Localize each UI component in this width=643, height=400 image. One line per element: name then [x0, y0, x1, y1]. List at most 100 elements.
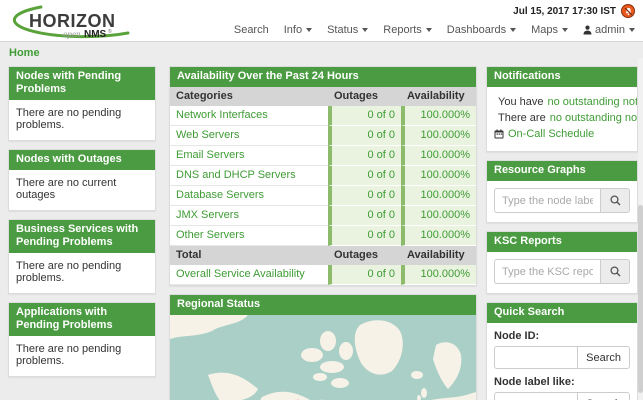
breadcrumb: Home — [0, 42, 643, 63]
outages-value: 0 of 0 — [328, 126, 401, 146]
notifications-panel: Notifications You have no outstanding no… — [486, 66, 638, 152]
notification-prefix: There are — [498, 110, 546, 126]
node-label-search-button[interactable]: Search — [577, 392, 630, 400]
nav-status[interactable]: Status — [327, 24, 368, 36]
total-outages-header: Outages — [328, 246, 401, 265]
availability-value: 100.000% — [401, 106, 476, 126]
oncall-schedule-line: On-Call Schedule — [494, 126, 630, 142]
breadcrumb-home-link[interactable]: Home — [9, 47, 40, 59]
ksc-reports-panel: KSC Reports — [486, 231, 638, 294]
table-row-category: JMX Servers — [170, 206, 328, 226]
category-link[interactable]: Other Servers — [176, 229, 244, 241]
nav-user-menu[interactable]: admin — [583, 24, 635, 36]
total-availability-header: Availability — [401, 246, 476, 265]
availability-table: Categories Outages Availability Network … — [170, 87, 476, 285]
node-id-input[interactable] — [494, 346, 577, 369]
calendar-icon — [494, 129, 504, 139]
availability-value: 100.000% — [401, 206, 476, 226]
notices-off-bell-icon[interactable] — [621, 4, 635, 18]
node-label-like-input[interactable] — [494, 392, 577, 400]
panel-title: Applications with Pending Problems — [9, 303, 155, 336]
quick-search-title: Quick Search — [487, 303, 637, 323]
table-row-category: Overall Service Availability — [170, 265, 328, 285]
outages-value: 0 of 0 — [328, 206, 401, 226]
ksc-search-button[interactable] — [600, 259, 630, 284]
category-link[interactable]: Database Servers — [176, 189, 264, 201]
magnifier-icon — [610, 266, 621, 277]
panel-business-services-pending: Business Services with Pending Problems … — [8, 219, 156, 294]
resource-graphs-search-button[interactable] — [600, 188, 630, 213]
col-header-outages: Outages — [328, 87, 401, 106]
outages-value: 0 of 0 — [328, 186, 401, 206]
right-column: Notifications You have no outstanding no… — [486, 66, 638, 400]
ksc-reports-title: KSC Reports — [487, 232, 637, 252]
nav-info[interactable]: Info — [284, 24, 312, 36]
table-row-category: Network Interfaces — [170, 106, 328, 126]
node-label-input[interactable] — [494, 188, 600, 213]
vertical-scrollbar[interactable] — [638, 58, 643, 400]
horizon-opennms-logo[interactable]: HORIZON open NMS ® — [8, 3, 136, 43]
svg-text:®: ® — [108, 28, 112, 35]
panel-nodes-pending-problems: Nodes with Pending Problems There are no… — [8, 66, 156, 141]
nav-search[interactable]: Search — [234, 24, 269, 36]
ksc-report-input[interactable] — [494, 259, 600, 284]
panel-body-text: There are no pending problems. — [9, 253, 155, 293]
nav-maps[interactable]: Maps — [531, 24, 568, 36]
table-row-category: DNS and DHCP Servers — [170, 166, 328, 186]
col-header-categories: Categories — [170, 87, 328, 106]
availability-value: 100.000% — [401, 126, 476, 146]
outages-value: 0 of 0 — [328, 265, 401, 285]
regional-status-panel: Regional Status — [169, 294, 477, 400]
panel-applications-pending: Applications with Pending Problems There… — [8, 302, 156, 377]
user-notices-link[interactable]: no outstanding notices — [547, 94, 638, 110]
top-header: HORIZON open NMS ® Jul 15, 2017 17:30 IS… — [0, 0, 643, 42]
notification-prefix: You have — [498, 94, 543, 110]
panel-title: Nodes with Pending Problems — [9, 67, 155, 100]
quick-search-panel: Quick Search Node ID: Search Node label … — [486, 302, 638, 400]
category-link[interactable]: Web Servers — [176, 129, 239, 141]
category-link[interactable]: DNS and DHCP Servers — [176, 169, 296, 181]
notification-user-line: You have no outstanding notices — [494, 94, 630, 110]
chevron-down-icon — [306, 28, 312, 32]
resource-graphs-title: Resource Graphs — [487, 161, 637, 181]
category-link[interactable]: JMX Servers — [176, 209, 239, 221]
category-link[interactable]: Network Interfaces — [176, 109, 268, 121]
outages-value: 0 of 0 — [328, 146, 401, 166]
notification-all-line: There are no outstanding notices — [494, 110, 630, 126]
chevron-down-icon — [562, 28, 568, 32]
svg-text:HORIZON: HORIZON — [29, 11, 116, 31]
nav-reports[interactable]: Reports — [383, 24, 432, 36]
availability-panel: Availability Over the Past 24 Hours Cate… — [169, 66, 477, 286]
panel-body-text: There are no current outages — [9, 170, 155, 210]
left-column: Nodes with Pending Problems There are no… — [8, 66, 156, 385]
magnifier-icon — [610, 195, 621, 206]
availability-title: Availability Over the Past 24 Hours — [170, 67, 476, 87]
panel-title: Business Services with Pending Problems — [9, 220, 155, 253]
regional-status-title: Regional Status — [170, 295, 476, 315]
category-link[interactable]: Email Servers — [176, 149, 244, 161]
world-map[interactable] — [170, 315, 476, 400]
oncall-schedule-link[interactable]: On-Call Schedule — [508, 126, 594, 142]
panel-body-text: There are no pending problems. — [9, 100, 155, 140]
scrollbar-thumb[interactable] — [638, 205, 643, 393]
notifications-title: Notifications — [487, 67, 637, 87]
overall-availability-link[interactable]: Overall Service Availability — [176, 268, 305, 280]
node-label-like-label: Node label like: — [494, 376, 630, 388]
outages-value: 0 of 0 — [328, 226, 401, 246]
main-nav: Search Info Status Reports Dashboards Ma… — [234, 24, 635, 36]
outages-value: 0 of 0 — [328, 166, 401, 186]
col-header-availability: Availability — [401, 87, 476, 106]
panel-body-text: There are no pending problems. — [9, 336, 155, 376]
resource-graphs-panel: Resource Graphs — [486, 160, 638, 223]
chevron-down-icon — [362, 28, 368, 32]
table-row-category: Email Servers — [170, 146, 328, 166]
nav-dashboards[interactable]: Dashboards — [447, 24, 516, 36]
node-id-label: Node ID: — [494, 330, 630, 342]
availability-value: 100.000% — [401, 265, 476, 285]
horizon-logo-graphic: HORIZON open NMS ® — [8, 3, 136, 40]
panel-nodes-outages: Nodes with Outages There are no current … — [8, 149, 156, 211]
table-row-category: Database Servers — [170, 186, 328, 206]
table-row-category: Other Servers — [170, 226, 328, 246]
all-notices-link[interactable]: no outstanding notices — [550, 110, 638, 126]
node-id-search-button[interactable]: Search — [577, 346, 630, 369]
